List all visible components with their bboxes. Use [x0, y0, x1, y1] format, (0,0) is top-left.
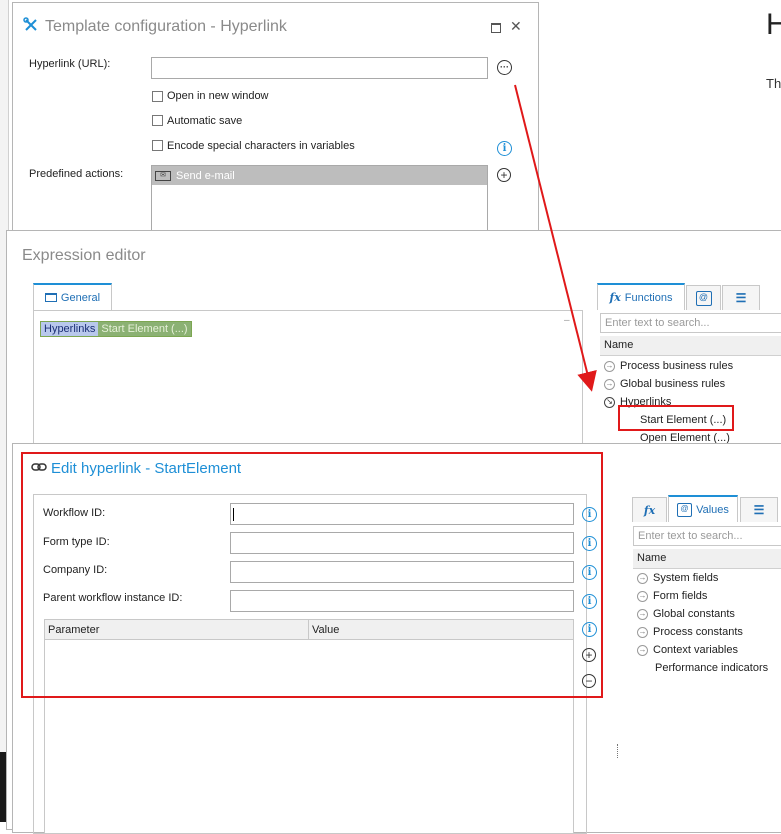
more-options-button[interactable]: ··· [497, 60, 512, 75]
encode-special-label: Encode special characters in variables [167, 140, 355, 152]
open-new-window-label: Open in new window [167, 90, 269, 102]
at-icon: @ [677, 502, 693, 517]
tree-process-constants[interactable]: → Process constants [637, 626, 743, 638]
tab-fx[interactable]: fx [632, 497, 667, 522]
expand-arrow-icon: → [604, 360, 615, 372]
predefined-actions-label: Predefined actions: [29, 168, 124, 180]
tree-label: Process business rules [620, 360, 734, 372]
tree-label: System fields [653, 572, 719, 584]
start-element-highlight [618, 405, 734, 431]
tree-label: Global constants [653, 608, 735, 620]
functions-name-header: Name [600, 336, 781, 356]
editor-scroll-marker: – [564, 315, 570, 326]
email-icon: ✉ [155, 170, 171, 181]
tree-performance-indicators[interactable]: Performance indicators [655, 662, 768, 674]
tree-process-business-rules[interactable]: → Process business rules [604, 360, 733, 372]
values-name-label: Name [637, 552, 667, 564]
tab-functions-label: Functions [624, 291, 673, 304]
tree-global-constants[interactable]: → Global constants [637, 608, 735, 620]
expression-editor-area[interactable]: Hyperlinks Start Element (...) – [33, 310, 583, 460]
background-heading: H [766, 8, 781, 41]
tools-icon [23, 17, 39, 36]
expand-arrow-icon: → [637, 626, 648, 638]
tab-functions[interactable]: fx Functions [597, 283, 685, 310]
functions-search-input[interactable]: Enter text to search... [600, 313, 781, 333]
open-new-window-checkbox[interactable] [152, 91, 163, 102]
fx-icon: fx [609, 291, 621, 304]
edit-hyperlink-title: Edit hyperlink - StartElement [51, 460, 242, 477]
token-hyperlinks: Hyperlinks [41, 322, 99, 336]
template-config-title: Template configuration - Hyperlink [45, 18, 287, 35]
list-icon: ☰ [753, 503, 765, 517]
tree-global-business-rules[interactable]: → Global business rules [604, 378, 725, 390]
tab-values-label: Values [696, 503, 729, 516]
tab-list-icon[interactable]: ☰ [740, 497, 778, 522]
hyperlink-input[interactable] [151, 57, 488, 79]
collapse-arrow-icon: ↘ [604, 396, 615, 408]
expand-arrow-icon: → [637, 644, 648, 656]
template-config-dialog: Template configuration - Hyperlink ✕ Hyp… [12, 2, 539, 247]
window-icon [44, 293, 57, 302]
automatic-save-checkbox[interactable] [152, 115, 163, 126]
tree-label: Context variables [653, 644, 738, 656]
tree-system-fields[interactable]: → System fields [637, 572, 718, 584]
tree-form-fields[interactable]: → Form fields [637, 590, 707, 602]
background-text: Th [766, 76, 781, 91]
expression-editor-title: Expression editor [22, 247, 146, 264]
tab-values[interactable]: @ Values [668, 495, 738, 522]
fx-icon: fx [643, 503, 656, 517]
tab-at-icon[interactable]: @ [686, 285, 721, 310]
at-icon: @ [695, 290, 712, 306]
token-start-element: Start Element (...) [98, 322, 191, 336]
tree-label: Performance indicators [655, 662, 769, 674]
expand-arrow-icon: → [637, 590, 648, 602]
tree-label: Global business rules [620, 378, 726, 390]
expand-arrow-icon: → [604, 378, 615, 390]
close-button[interactable]: ✕ [510, 18, 522, 35]
link-icon [31, 461, 47, 476]
tree-context-variables[interactable]: → Context variables [637, 644, 738, 656]
tab-general[interactable]: General [33, 283, 112, 310]
automatic-save-label: Automatic save [167, 115, 243, 127]
tree-label: Form fields [653, 590, 708, 602]
values-name-header: Name [633, 549, 781, 569]
functions-name-label: Name [604, 339, 634, 351]
expand-arrow-icon: → [637, 608, 648, 620]
predefined-item-label: Send e-mail [176, 169, 235, 182]
tree-label: Process constants [653, 626, 743, 638]
values-search-input[interactable]: Enter text to search... [633, 526, 781, 546]
tab-general-label: General [60, 291, 101, 304]
edit-hyperlink-highlight [21, 452, 603, 698]
add-action-button[interactable]: + [497, 168, 511, 182]
info-icon[interactable]: i [497, 141, 512, 156]
hyperlink-label: Hyperlink (URL): [29, 58, 111, 70]
predefined-item-send-email[interactable]: ✉ Send e-mail [152, 166, 487, 185]
list-icon: ☰ [735, 291, 747, 305]
expand-arrow-icon: → [637, 572, 648, 584]
encode-special-checkbox[interactable] [152, 140, 163, 151]
maximize-button[interactable] [491, 23, 501, 33]
expression-token[interactable]: Hyperlinks Start Element (...) [40, 321, 192, 337]
tab-list-icon[interactable]: ☰ [722, 285, 760, 310]
splitter-grip[interactable] [617, 744, 620, 758]
